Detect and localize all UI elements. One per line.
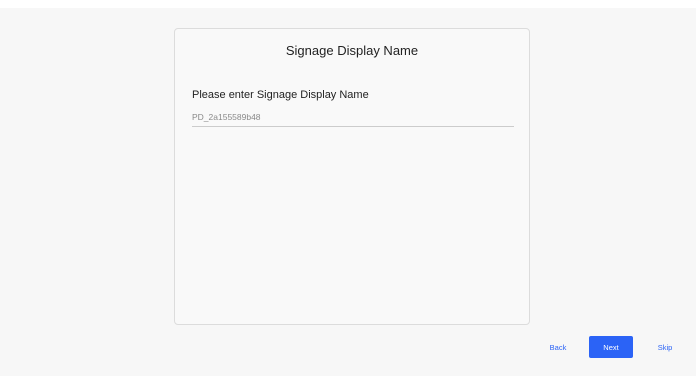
display-name-prompt: Please enter Signage Display Name xyxy=(192,89,369,101)
display-name-input[interactable] xyxy=(192,110,514,127)
next-button[interactable]: Next xyxy=(589,336,633,358)
back-button[interactable]: Back xyxy=(541,336,575,358)
display-name-card: Signage Display Name Please enter Signag… xyxy=(174,28,530,325)
setup-screen: Signage Display Name Please enter Signag… xyxy=(0,8,696,376)
card-title: Signage Display Name xyxy=(285,43,419,58)
skip-button[interactable]: Skip xyxy=(648,336,682,358)
